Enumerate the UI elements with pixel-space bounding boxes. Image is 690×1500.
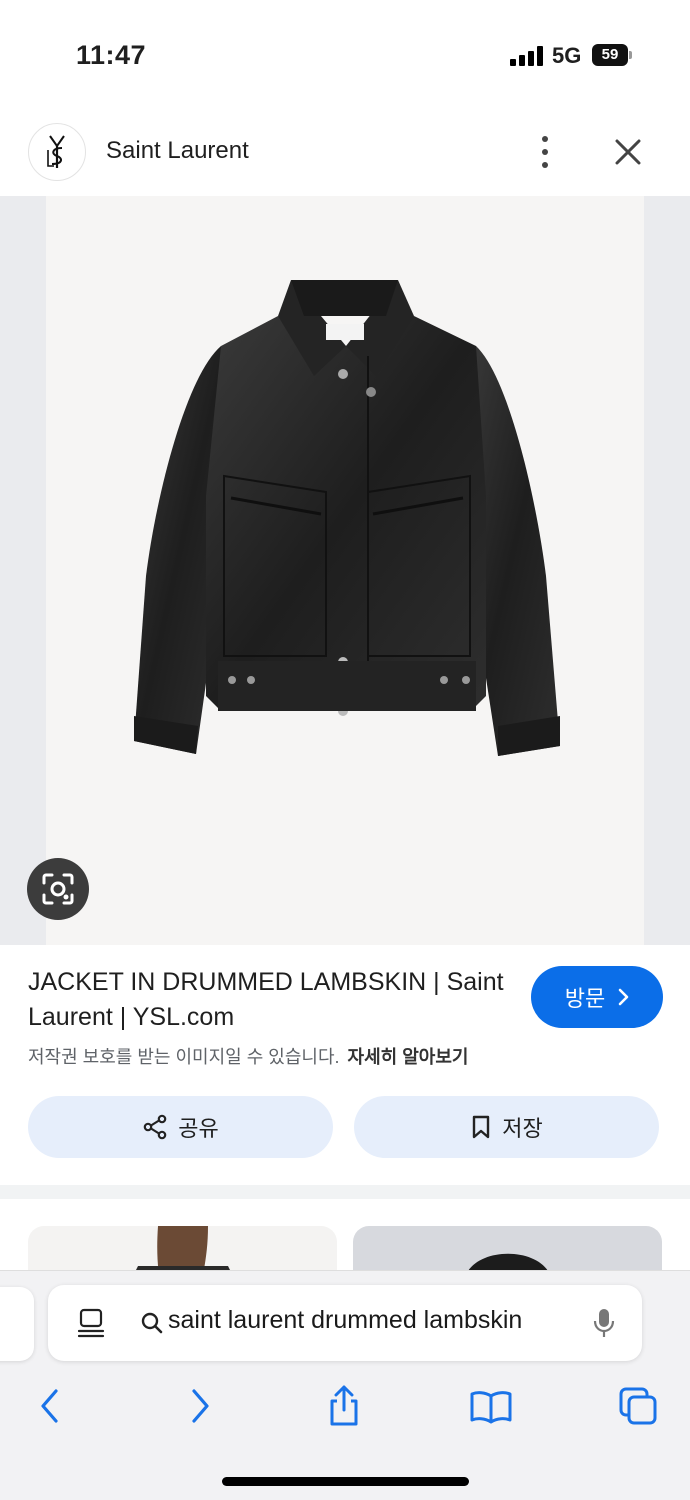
battery-icon: 59 bbox=[592, 44, 632, 66]
save-button[interactable]: 저장 bbox=[354, 1096, 659, 1158]
tabs-icon[interactable] bbox=[616, 1384, 660, 1428]
reader-icon[interactable] bbox=[76, 1307, 106, 1339]
copyright-notice: 저작권 보호를 받는 이미지일 수 있습니다. bbox=[28, 1047, 340, 1067]
status-time: 11:47 bbox=[76, 40, 147, 70]
section-divider bbox=[0, 1185, 690, 1199]
search-icon bbox=[141, 1312, 163, 1334]
bookmarks-icon[interactable] bbox=[469, 1384, 513, 1428]
visit-label: 방문 bbox=[564, 986, 606, 1011]
chevron-right-icon bbox=[618, 988, 629, 1006]
mic-icon[interactable] bbox=[592, 1307, 616, 1339]
ysl-logo-icon[interactable] bbox=[28, 123, 86, 181]
visit-button[interactable]: 방문 bbox=[531, 966, 663, 1028]
site-name[interactable]: Saint Laurent bbox=[106, 137, 249, 165]
copyright-row: 저작권 보호를 받는 이미지일 수 있습니다. 자세히 알아보기 bbox=[28, 1043, 468, 1069]
status-bar: 11:47 5G 59 bbox=[0, 0, 690, 100]
product-image bbox=[46, 196, 644, 945]
back-icon[interactable] bbox=[28, 1384, 72, 1428]
home-indicator bbox=[222, 1477, 469, 1486]
source-header: Saint Laurent bbox=[0, 110, 690, 196]
address-text[interactable]: saint laurent drummed lambskin bbox=[168, 1306, 568, 1335]
bookmark-icon bbox=[473, 1115, 490, 1139]
close-icon[interactable] bbox=[610, 134, 646, 170]
share-icon[interactable] bbox=[322, 1384, 366, 1428]
share-label: 공유 bbox=[178, 1116, 219, 1141]
learn-more-link[interactable]: 자세히 알아보기 bbox=[348, 1047, 469, 1067]
save-label: 저장 bbox=[502, 1116, 543, 1141]
share-nodes-icon bbox=[143, 1114, 167, 1140]
more-vertical-icon[interactable] bbox=[530, 132, 560, 172]
jacket-image bbox=[134, 280, 560, 756]
network-label: 5G bbox=[552, 43, 582, 68]
forward-icon[interactable] bbox=[178, 1384, 222, 1428]
result-title[interactable]: JACKET IN DRUMMED LAMBSKIN | Saint Laure… bbox=[28, 965, 508, 1035]
address-bar[interactable]: saint laurent drummed lambskin bbox=[48, 1285, 642, 1361]
battery-level: 59 bbox=[601, 46, 619, 63]
previous-tab-peek[interactable] bbox=[0, 1287, 34, 1361]
image-preview[interactable] bbox=[0, 196, 690, 945]
signal-icon bbox=[510, 46, 544, 66]
lens-search-icon[interactable] bbox=[27, 858, 89, 920]
share-button[interactable]: 공유 bbox=[28, 1096, 333, 1158]
